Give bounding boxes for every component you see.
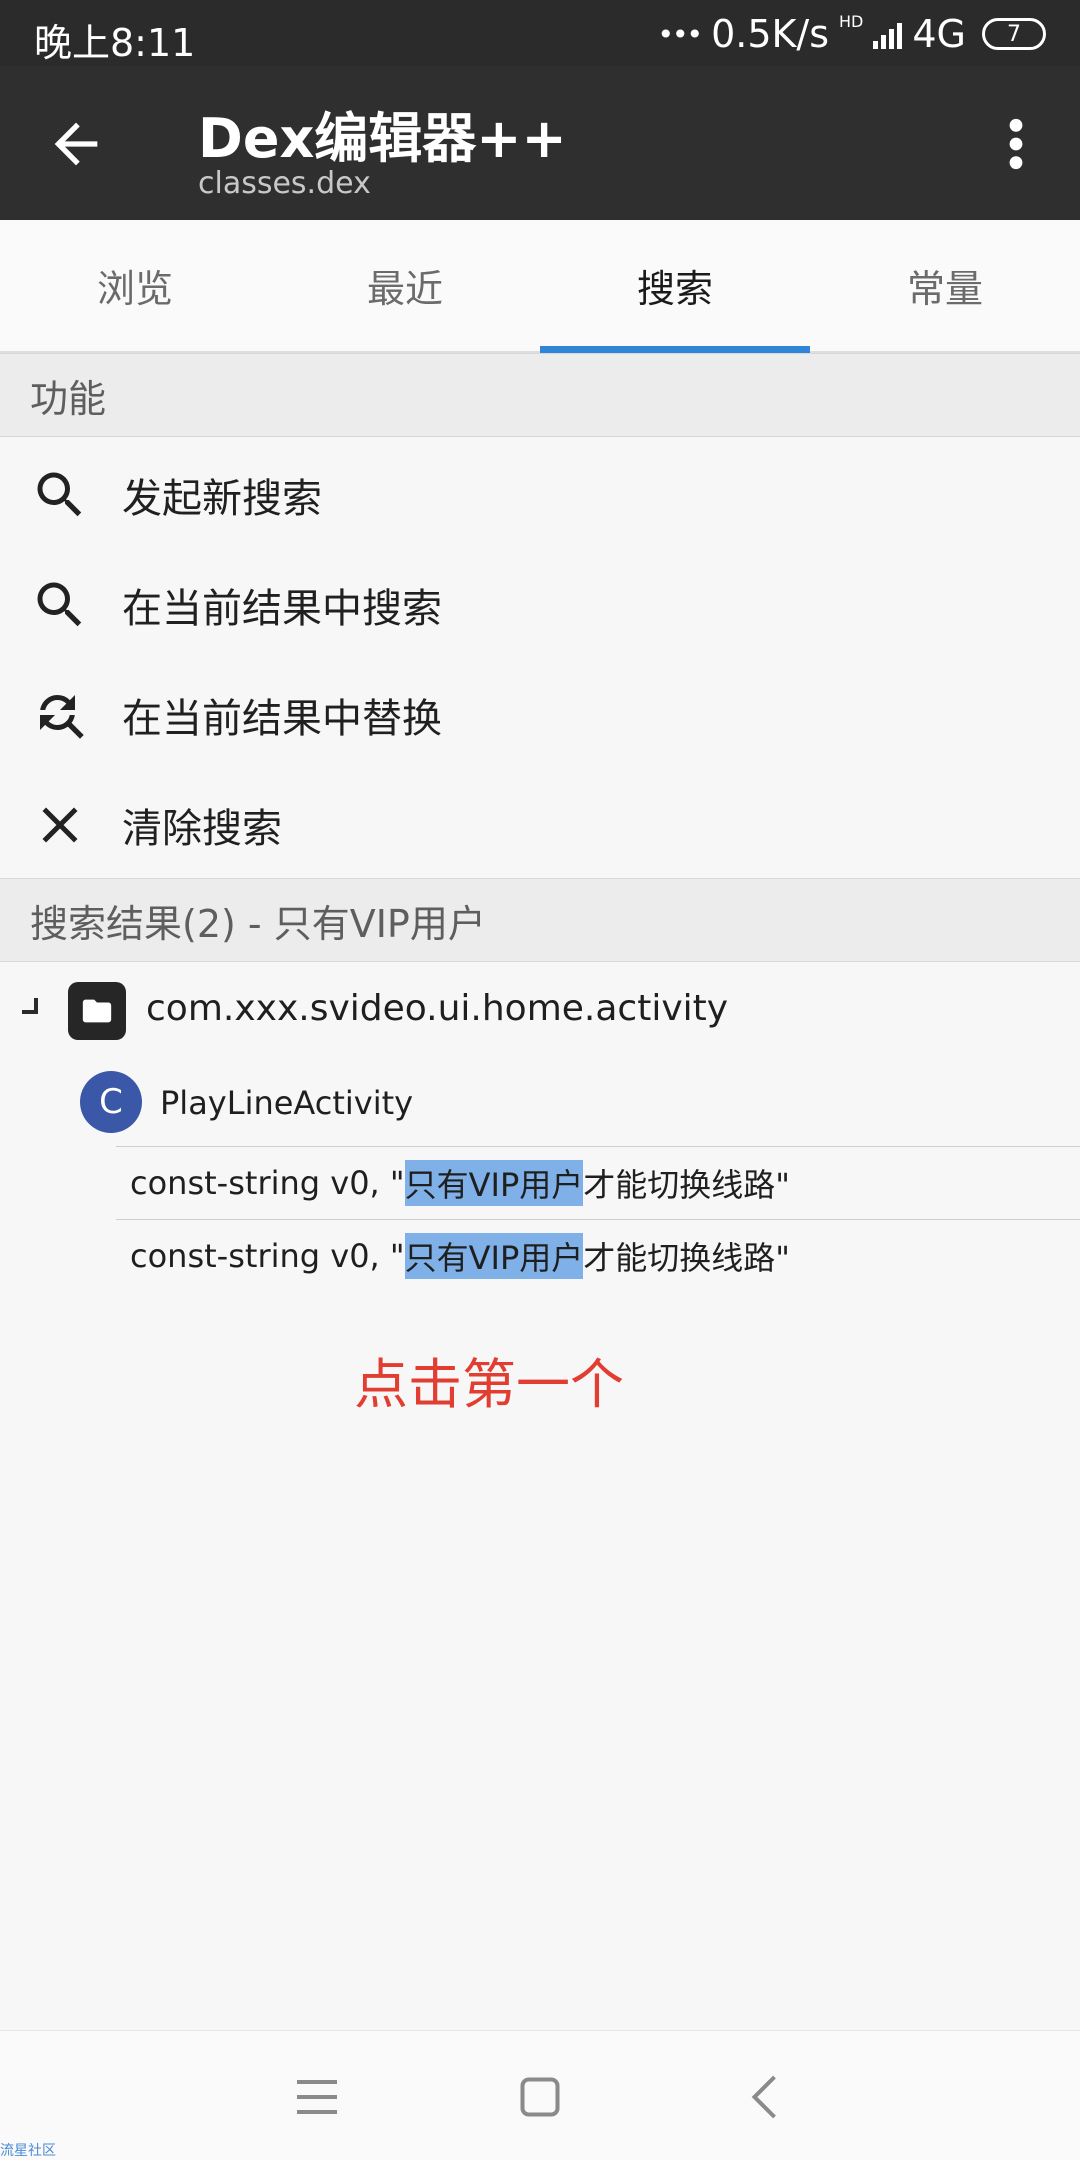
package-node[interactable]: com.xxx.svideo.ui.home.activity <box>0 962 1080 1062</box>
more-dots-icon: ••• <box>657 17 704 51</box>
battery-icon: 7 <box>982 18 1046 50</box>
result-suffix: 才能切换线路" <box>583 1166 790 1204</box>
new-search-item[interactable]: 发起新搜索 <box>0 440 1080 550</box>
network-speed: 0.5K/s <box>711 12 830 56</box>
more-vert-icon <box>1009 118 1023 170</box>
tab-constants[interactable]: 常量 <box>810 220 1080 351</box>
result-highlight: 只有VIP用户 <box>404 1160 584 1206</box>
network-type: 4G <box>912 12 966 56</box>
tab-recent[interactable]: 最近 <box>270 220 540 351</box>
close-icon <box>42 807 78 843</box>
search-icon <box>37 582 82 627</box>
class-label: PlayLineActivity <box>160 1084 414 1122</box>
arrow-left-icon <box>54 122 98 166</box>
app-title: Dex编辑器++ <box>198 107 567 170</box>
results-header: 搜索结果(2) - 只有VIP用户 <box>0 878 1080 962</box>
tab-browse[interactable]: 浏览 <box>0 220 270 351</box>
result-prefix: const-string v0, " <box>130 1164 405 1202</box>
search-in-results-label: 在当前结果中搜索 <box>122 586 442 632</box>
search-icon <box>37 472 82 517</box>
home-icon[interactable] <box>510 2067 570 2127</box>
overflow-menu-button[interactable] <box>992 112 1040 176</box>
new-search-label: 发起新搜索 <box>122 476 322 522</box>
watermark: 流星社区 <box>0 2143 56 2159</box>
functions-header: 功能 <box>0 353 1080 437</box>
back-nav-icon[interactable] <box>737 2067 797 2127</box>
class-badge: C <box>80 1071 142 1133</box>
signal-icon <box>873 19 903 49</box>
result-suffix: 才能切换线路" <box>583 1239 790 1277</box>
replace-in-results-label: 在当前结果中替换 <box>122 696 442 742</box>
class-node[interactable]: C PlayLineActivity <box>0 1062 1080 1148</box>
search-result-row[interactable]: const-string v0, " 只有VIP用户 才能切换线路" <box>116 1219 1080 1292</box>
battery-level: 7 <box>1007 21 1021 47</box>
clear-search-label: 清除搜索 <box>122 806 282 852</box>
result-prefix: const-string v0, " <box>130 1237 405 1275</box>
file-subtitle: classes.dex <box>198 166 371 201</box>
hd-label: HD <box>839 12 864 31</box>
find-replace-icon <box>40 695 84 739</box>
status-bar: 晚上8:11 ••• 0.5K/s HD 4G 7 <box>0 0 1080 66</box>
status-indicators: ••• 0.5K/s HD 4G 7 <box>658 12 1046 56</box>
package-label: com.xxx.svideo.ui.home.activity <box>146 988 729 1029</box>
clear-search-item[interactable]: 清除搜索 <box>0 770 1080 880</box>
folder-icon <box>68 982 126 1040</box>
back-button[interactable] <box>44 112 108 176</box>
menu-icon[interactable] <box>287 2067 347 2127</box>
annotation-text: 点击第一个 <box>354 1353 624 1416</box>
app-toolbar: Dex编辑器++ classes.dex <box>0 66 1080 220</box>
search-result-row[interactable]: const-string v0, " 只有VIP用户 才能切换线路" <box>116 1146 1080 1219</box>
result-highlight: 只有VIP用户 <box>404 1233 584 1279</box>
system-nav-bar <box>0 2030 1080 2160</box>
tab-bar: 浏览 最近 搜索 常量 <box>0 220 1080 353</box>
search-in-results-item[interactable]: 在当前结果中搜索 <box>0 550 1080 660</box>
replace-in-results-item[interactable]: 在当前结果中替换 <box>0 660 1080 770</box>
collapse-icon[interactable] <box>22 998 38 1014</box>
status-time: 晚上8:11 <box>34 21 196 65</box>
tab-search[interactable]: 搜索 <box>540 220 810 353</box>
